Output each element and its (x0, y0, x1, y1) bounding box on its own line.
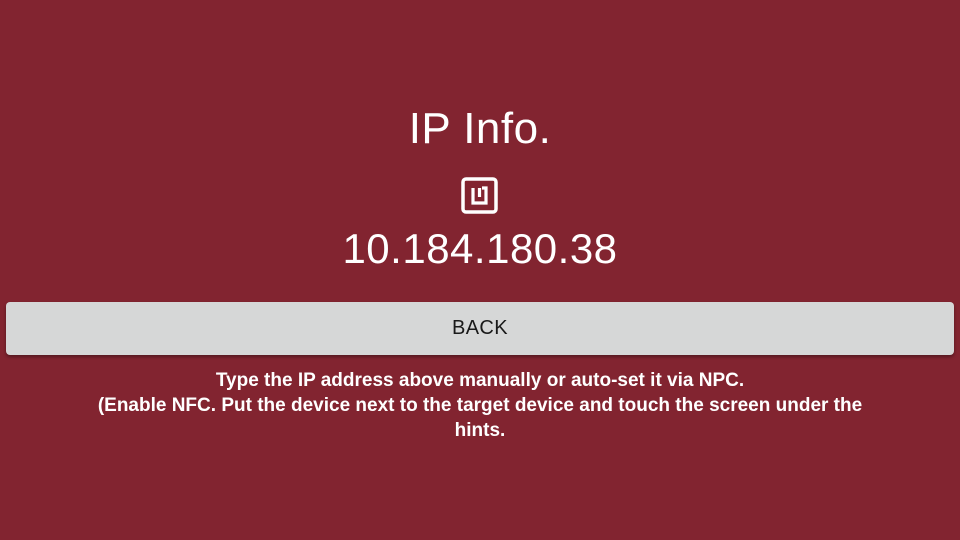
back-button[interactable]: BACK (6, 302, 954, 355)
hints-text: Type the IP address above manually or au… (70, 368, 890, 443)
hint-line-2: (Enable NFC. Put the device next to the … (97, 395, 863, 441)
ip-info-screen: IP Info. 10.184.180.38 BACK Type the IP … (0, 0, 960, 540)
nfc-icon (461, 177, 498, 214)
page-title: IP Info. (408, 104, 552, 153)
hint-line-1: Type the IP address above manually or au… (215, 370, 745, 391)
ip-address-value[interactable]: 10.184.180.38 (0, 224, 960, 274)
